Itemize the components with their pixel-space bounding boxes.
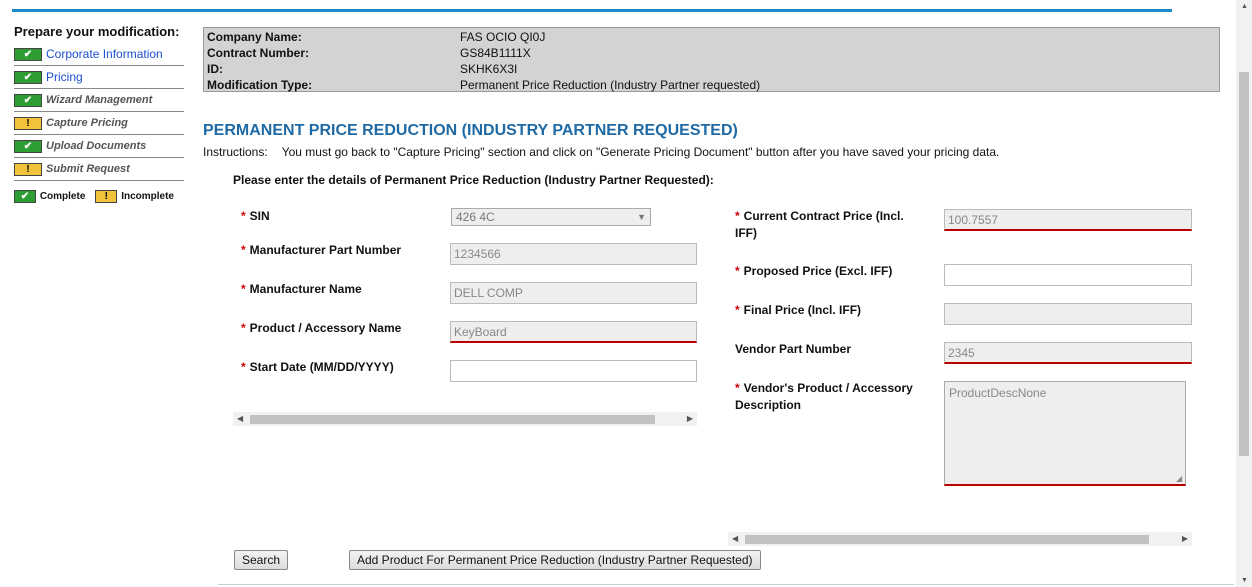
product-accessory-name-label: * Product / Accessory Name: [241, 321, 402, 335]
sidebar-title: Prepare your modification:: [14, 24, 180, 39]
instructions-lead: Instructions:: [203, 145, 268, 159]
search-button[interactable]: Search: [234, 550, 289, 570]
check-icon: ✔: [14, 70, 42, 84]
vendor-product-description-textarea[interactable]: ProductDescNone ◢: [944, 381, 1186, 486]
sidebar-item-upload-documents: ✔ Upload Documents: [14, 135, 184, 158]
sidebar: Prepare your modification: ✔ Corporate I…: [14, 24, 184, 207]
scroll-left-arrow-icon[interactable]: ◀: [732, 532, 738, 546]
warning-icon: !: [14, 162, 42, 176]
warning-icon: !: [95, 189, 118, 203]
sidebar-link-corporate-information[interactable]: Corporate Information: [46, 47, 163, 61]
warning-icon: !: [14, 116, 42, 130]
check-icon: ✔: [14, 139, 42, 153]
product-accessory-name-input[interactable]: [450, 321, 697, 343]
vendor-part-number-input[interactable]: [944, 342, 1192, 364]
sidebar-label-submit-request: Submit Request: [46, 163, 130, 175]
required-marker: *: [735, 209, 740, 223]
info-row-contract: Contract Number: GS84B1111X: [207, 45, 1216, 61]
resize-handle-icon[interactable]: ◢: [1176, 475, 1184, 483]
required-marker: *: [241, 321, 246, 335]
modification-type-value: Permanent Price Reduction (Industry Part…: [460, 78, 761, 92]
check-icon: ✔: [14, 47, 42, 61]
instructions-text: You must go back to "Capture Pricing" se…: [281, 145, 1000, 159]
scroll-up-arrow-icon[interactable]: ▲: [1241, 3, 1248, 10]
add-product-button[interactable]: Add Product For Permanent Price Reductio…: [349, 550, 761, 570]
start-date-input[interactable]: [450, 360, 697, 382]
manufacturer-name-input[interactable]: [450, 282, 697, 304]
id-value: SKHK6X3I: [460, 62, 518, 76]
scrollbar-thumb[interactable]: [250, 415, 655, 424]
scrollbar-thumb[interactable]: [745, 535, 1149, 544]
scroll-left-arrow-icon[interactable]: ◀: [237, 412, 243, 426]
required-marker: *: [241, 243, 246, 257]
required-marker: *: [735, 303, 740, 317]
final-price-label: * Final Price (Incl. IFF): [735, 303, 862, 317]
vendor-product-description-label: * Vendor's Product / Accessory Description: [735, 381, 913, 412]
current-contract-price-label: * Current Contract Price (Incl. IFF): [735, 209, 904, 240]
sidebar-link-pricing[interactable]: Pricing: [46, 70, 83, 84]
check-icon: ✔: [14, 93, 42, 107]
sidebar-item-corporate-information[interactable]: ✔ Corporate Information: [14, 43, 184, 66]
legend-incomplete-label: Incomplete: [121, 190, 174, 202]
company-name-value: FAS OCIO QI0J: [460, 30, 546, 44]
instructions: Instructions: You must go back to "Captur…: [203, 145, 999, 159]
contract-info-box: Company Name: FAS OCIO QI0J Contract Num…: [203, 27, 1220, 92]
manufacturer-part-number-input[interactable]: [450, 243, 697, 265]
divider: [218, 584, 1234, 585]
info-row-company: Company Name: FAS OCIO QI0J: [207, 29, 1216, 45]
sidebar-label-upload-documents: Upload Documents: [46, 140, 147, 152]
vendor-product-description-value: ProductDescNone: [949, 386, 1047, 400]
info-row-modification-type: Modification Type: Permanent Price Reduc…: [207, 77, 1216, 93]
sidebar-item-capture-pricing: ! Capture Pricing: [14, 112, 184, 135]
scrollbar-thumb[interactable]: [1239, 72, 1249, 456]
required-marker: *: [241, 209, 246, 223]
sin-select-value: 426 4C: [456, 210, 495, 224]
start-date-label: * Start Date (MM/DD/YYYY): [241, 360, 394, 374]
sidebar-label-capture-pricing: Capture Pricing: [46, 117, 128, 129]
required-marker: *: [735, 264, 740, 278]
manufacturer-name-label: * Manufacturer Name: [241, 282, 362, 296]
manufacturer-part-number-label: * Manufacturer Part Number: [241, 243, 402, 257]
id-label: ID:: [207, 62, 223, 76]
modification-type-label: Modification Type:: [207, 78, 313, 92]
scroll-right-arrow-icon[interactable]: ▶: [1182, 532, 1188, 546]
right-horizontal-scrollbar[interactable]: ◀ ▶: [728, 532, 1192, 546]
proposed-price-input[interactable]: [944, 264, 1192, 286]
chevron-down-icon: ▼: [637, 212, 646, 222]
legend-complete-label: Complete: [39, 190, 86, 202]
scroll-right-arrow-icon[interactable]: ▶: [687, 412, 693, 426]
required-marker: *: [241, 360, 246, 374]
vendor-part-number-label: Vendor Part Number: [735, 342, 852, 356]
page-vertical-scrollbar[interactable]: ▲ ▼: [1236, 0, 1252, 587]
status-legend: ✔ Complete ! Incomplete: [14, 185, 184, 207]
contract-number-value: GS84B1111X: [460, 46, 531, 60]
form-subheading: Please enter the details of Permanent Pr…: [233, 173, 714, 187]
sidebar-item-wizard-management: ✔ Wizard Management: [14, 89, 184, 112]
final-price-input[interactable]: [944, 303, 1192, 325]
scroll-down-arrow-icon[interactable]: ▼: [1241, 577, 1248, 584]
top-accent-line: [12, 9, 1172, 12]
sidebar-label-wizard-management: Wizard Management: [46, 94, 153, 106]
sin-select[interactable]: 426 4C ▼: [451, 208, 651, 226]
sin-label: * SIN: [241, 209, 270, 223]
company-name-label: Company Name:: [207, 30, 302, 44]
sidebar-item-pricing[interactable]: ✔ Pricing: [14, 66, 184, 89]
page-title: PERMANENT PRICE REDUCTION (INDUSTRY PART…: [203, 122, 738, 139]
info-row-id: ID: SKHK6X3I: [207, 61, 1216, 77]
left-horizontal-scrollbar[interactable]: ◀ ▶: [233, 412, 697, 426]
required-marker: *: [241, 282, 246, 296]
required-marker: *: [735, 381, 740, 395]
check-icon: ✔: [14, 189, 36, 203]
current-contract-price-input[interactable]: [944, 209, 1192, 231]
contract-number-label: Contract Number:: [207, 46, 310, 60]
sidebar-item-submit-request: ! Submit Request: [14, 158, 184, 181]
proposed-price-label: * Proposed Price (Excl. IFF): [735, 264, 893, 278]
